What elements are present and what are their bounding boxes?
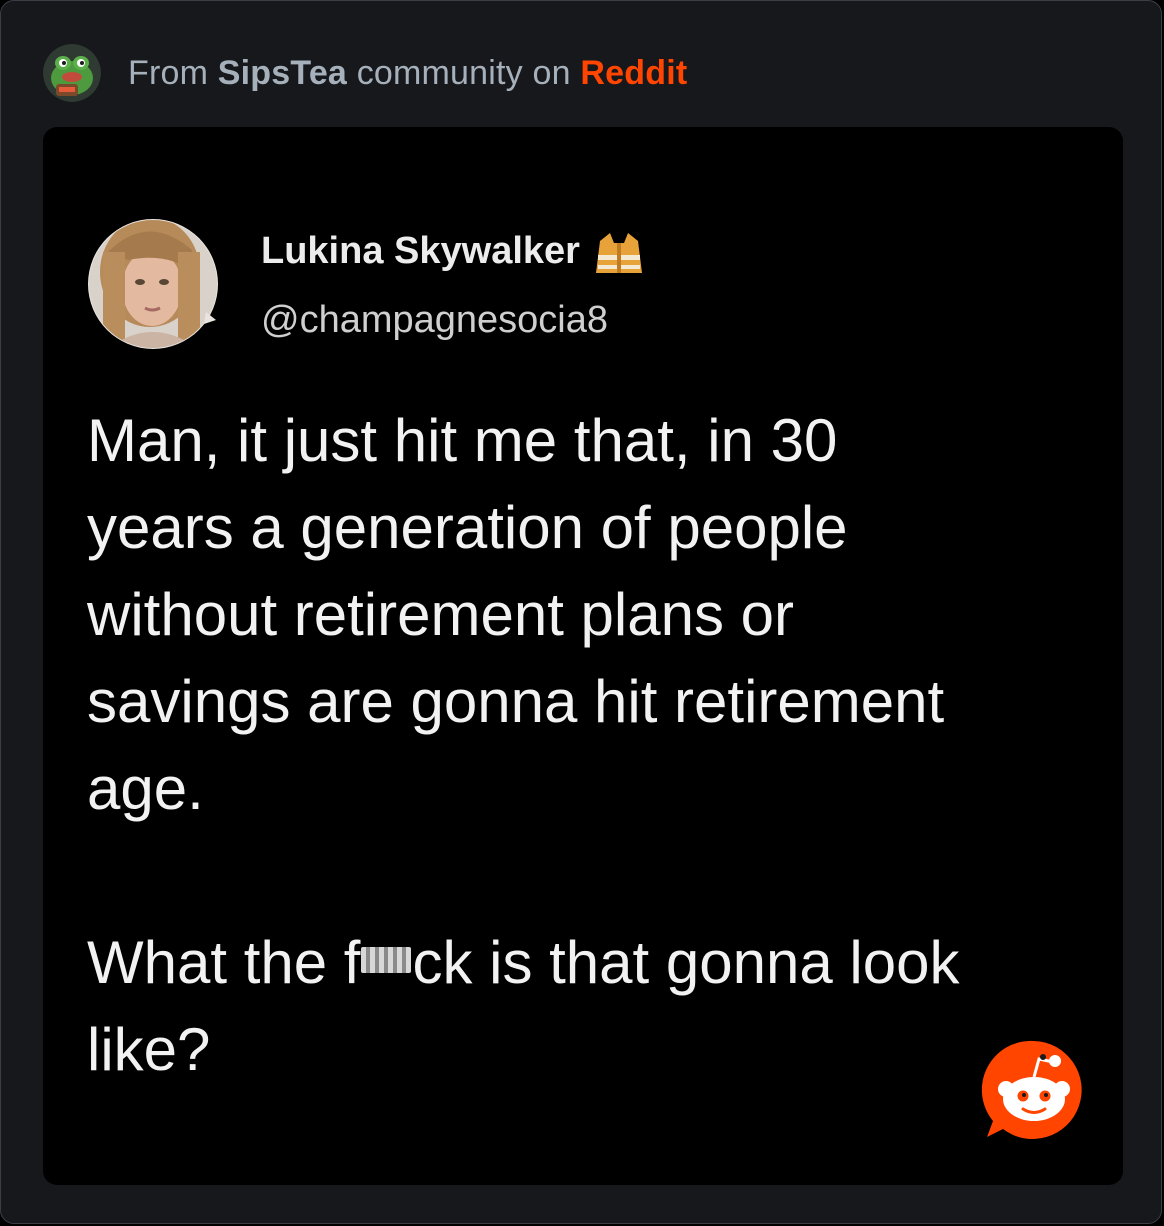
censor-bar <box>361 947 412 973</box>
platform-link[interactable]: Reddit <box>580 54 687 92</box>
tweet-line: savings are gonna hit retirement <box>87 668 945 735</box>
author-name-text: Lukina Skywalker <box>261 229 580 272</box>
tweet-line: without retirement plans or <box>87 581 794 648</box>
embed-header: From SipsTea community on Reddit <box>43 43 687 103</box>
author-avatar <box>88 212 218 354</box>
tweet-line-part: ck is that gonna look <box>412 929 960 996</box>
sipstea-frog-icon[interactable] <box>43 44 101 102</box>
community-link[interactable]: SipsTea <box>218 54 347 92</box>
tweet-line: What the f ck is that gonna look <box>87 919 1097 1006</box>
post-image[interactable]: Lukina Skywalker @champagnesocia8 Man, i… <box>43 127 1123 1185</box>
safety-vest-icon <box>592 227 646 275</box>
reddit-snoo-icon <box>981 1037 1087 1141</box>
tweet-line: age. <box>87 755 204 822</box>
embed-frame: From SipsTea community on Reddit Lukina … <box>0 0 1162 1224</box>
author-name: Lukina Skywalker <box>261 227 646 275</box>
source-middle: community on <box>347 53 581 92</box>
tweet-line: Man, it just hit me that, in 30 <box>87 407 838 474</box>
tweet-text: Man, it just hit me that, in 30 years a … <box>87 397 1097 1093</box>
tweet-line: like? <box>87 1016 211 1083</box>
source-prefix: From <box>128 53 218 92</box>
tweet-line: years a generation of people <box>87 494 848 561</box>
author-handle: @champagnesocia8 <box>261 299 609 341</box>
tweet-line-part: What the f <box>87 929 361 996</box>
source-line: From SipsTea community on Reddit <box>128 54 687 93</box>
